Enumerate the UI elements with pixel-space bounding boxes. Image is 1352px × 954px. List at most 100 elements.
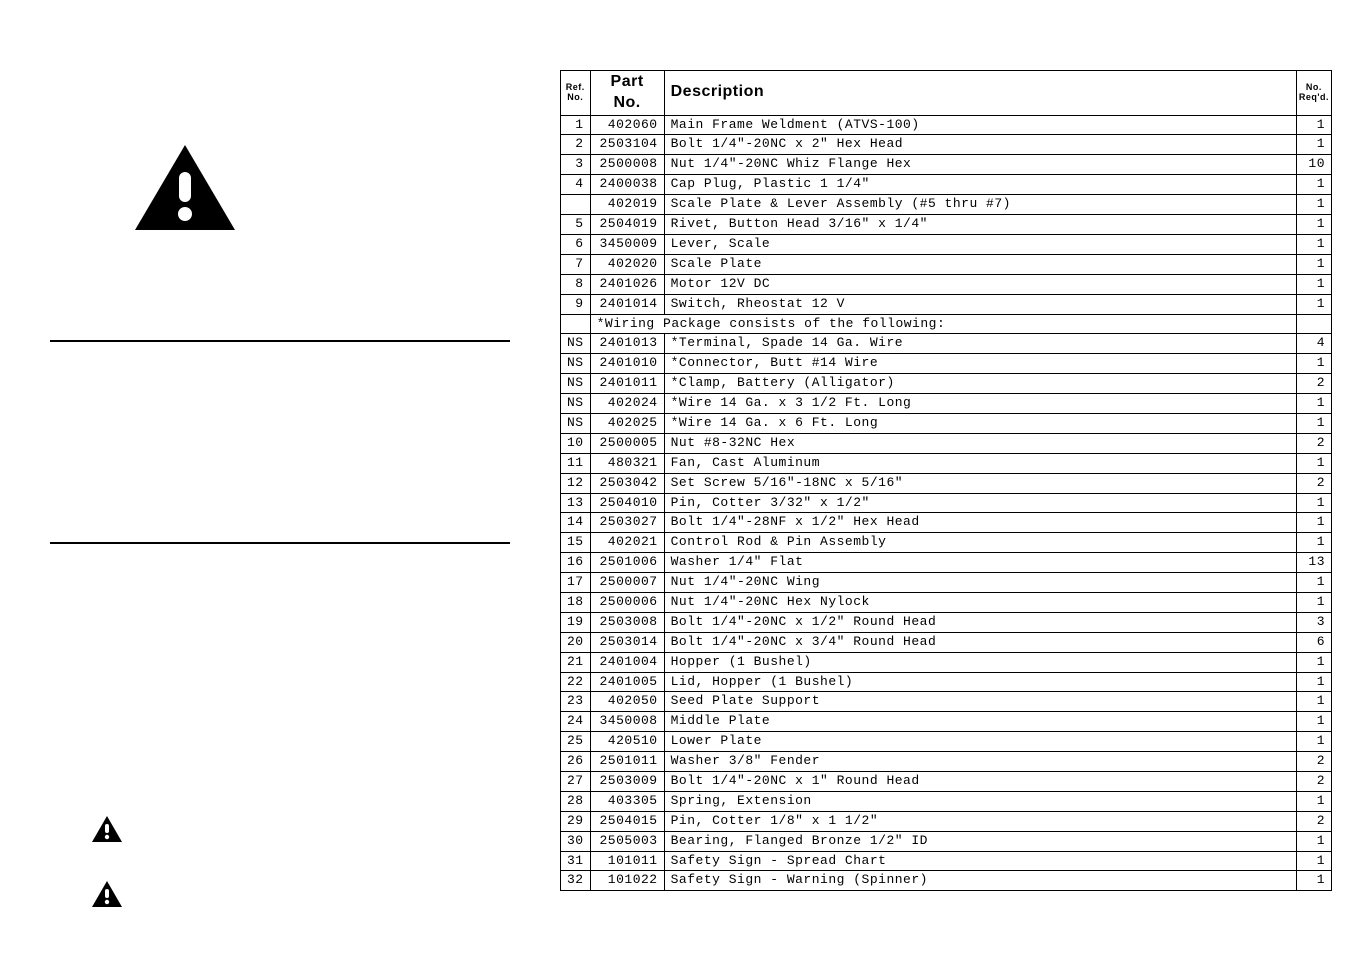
left-panel [0, 0, 560, 954]
cell-ref: 22 [561, 672, 591, 692]
cell-qty: 1 [1296, 135, 1331, 155]
cell-qty [1296, 314, 1331, 334]
table-row: 302505003Bearing, Flanged Bronze 1/2" ID… [561, 831, 1332, 851]
table-row: *Wiring Package consists of the followin… [561, 314, 1332, 334]
cell-qty: 6 [1296, 632, 1331, 652]
table-row: 272503009Bolt 1/4"-20NC x 1" Round Head2 [561, 771, 1332, 791]
cell-qty: 1 [1296, 453, 1331, 473]
cell-part: 2503008 [590, 612, 664, 632]
cell-ref: 31 [561, 851, 591, 871]
cell-ref: 3 [561, 155, 591, 175]
table-row: 172500007Nut 1/4"-20NC Wing1 [561, 573, 1332, 593]
cell-part: 402050 [590, 692, 664, 712]
parts-table: Ref. No. Part No. Description No. Req'd.… [560, 70, 1332, 891]
cell-desc: Rivet, Button Head 3/16" x 1/4" [664, 215, 1296, 235]
cell-ref: 17 [561, 573, 591, 593]
cell-desc: Fan, Cast Aluminum [664, 453, 1296, 473]
cell-part: 2500007 [590, 573, 664, 593]
cell-desc: Washer 3/8" Fender [664, 752, 1296, 772]
cell-ref: 26 [561, 752, 591, 772]
cell-qty: 1 [1296, 413, 1331, 433]
cell-ref: 20 [561, 632, 591, 652]
cell-part: 2500006 [590, 592, 664, 612]
cell-qty: 2 [1296, 473, 1331, 493]
cell-part: 403305 [590, 791, 664, 811]
cell-ref: 1 [561, 115, 591, 135]
cell-ref: 14 [561, 513, 591, 533]
cell-ref: 9 [561, 294, 591, 314]
cell-part: 2503009 [590, 771, 664, 791]
cell-desc: Cap Plug, Plastic 1 1/4" [664, 175, 1296, 195]
cell-part: 2504010 [590, 493, 664, 513]
cell-desc: *Clamp, Battery (Alligator) [664, 374, 1296, 394]
cell-desc: Pin, Cotter 3/32" x 1/2" [664, 493, 1296, 513]
cell-part: 480321 [590, 453, 664, 473]
cell-desc: Scale Plate & Lever Assembly (#5 thru #7… [664, 195, 1296, 215]
cell-part: 2401026 [590, 274, 664, 294]
cell-qty: 1 [1296, 672, 1331, 692]
table-row: 402019Scale Plate & Lever Assembly (#5 t… [561, 195, 1332, 215]
cell-qty: 1 [1296, 394, 1331, 414]
cell-ref: 32 [561, 871, 591, 891]
cell-ref: 28 [561, 791, 591, 811]
cell-desc: Hopper (1 Bushel) [664, 652, 1296, 672]
cell-part: 402020 [590, 254, 664, 274]
cell-ref: NS [561, 394, 591, 414]
cell-desc: Switch, Rheostat 12 V [664, 294, 1296, 314]
cell-desc: Bearing, Flanged Bronze 1/2" ID [664, 831, 1296, 851]
warning-triangle-small-icon [90, 814, 510, 849]
cell-part: 2505003 [590, 831, 664, 851]
cell-qty: 1 [1296, 592, 1331, 612]
cell-part: 2503104 [590, 135, 664, 155]
cell-ref [561, 314, 591, 334]
cell-part: 2503042 [590, 473, 664, 493]
table-row: 243450008Middle Plate1 [561, 712, 1332, 732]
cell-desc: Bolt 1/4"-20NC x 3/4" Round Head [664, 632, 1296, 652]
cell-ref: 10 [561, 433, 591, 453]
cell-desc: Seed Plate Support [664, 692, 1296, 712]
cell-qty: 1 [1296, 254, 1331, 274]
table-row: 42400038Cap Plug, Plastic 1 1/4"1 [561, 175, 1332, 195]
cell-ref: 23 [561, 692, 591, 712]
cell-desc: Nut 1/4"-20NC Whiz Flange Hex [664, 155, 1296, 175]
cell-qty: 1 [1296, 493, 1331, 513]
cell-desc: *Connector, Butt #14 Wire [664, 354, 1296, 374]
cell-qty: 1 [1296, 294, 1331, 314]
table-row: 182500006Nut 1/4"-20NC Hex Nylock1 [561, 592, 1332, 612]
cell-part: 402060 [590, 115, 664, 135]
cell-qty: 1 [1296, 513, 1331, 533]
cell-desc: Nut #8-32NC Hex [664, 433, 1296, 453]
table-row: 192503008Bolt 1/4"-20NC x 1/2" Round Hea… [561, 612, 1332, 632]
cell-qty: 1 [1296, 871, 1331, 891]
cell-desc: Set Screw 5/16"-18NC x 5/16" [664, 473, 1296, 493]
cell-desc: *Terminal, Spade 14 Ga. Wire [664, 334, 1296, 354]
cell-qty: 1 [1296, 831, 1331, 851]
table-row: 15402021Control Rod & Pin Assembly1 [561, 533, 1332, 553]
cell-qty: 1 [1296, 115, 1331, 135]
cell-desc: Main Frame Weldment (ATVS-100) [664, 115, 1296, 135]
cell-part: 2504015 [590, 811, 664, 831]
cell-ref: 16 [561, 553, 591, 573]
table-row: 63450009Lever, Scale1 [561, 234, 1332, 254]
cell-desc-merged: *Wiring Package consists of the followin… [590, 314, 1296, 334]
table-row: NS2401011*Clamp, Battery (Alligator)2 [561, 374, 1332, 394]
table-row: 11480321Fan, Cast Aluminum1 [561, 453, 1332, 473]
cell-part: 402025 [590, 413, 664, 433]
cell-desc: Nut 1/4"-20NC Hex Nylock [664, 592, 1296, 612]
cell-ref: 27 [561, 771, 591, 791]
table-row: 92401014Switch, Rheostat 12 V1 [561, 294, 1332, 314]
cell-qty: 2 [1296, 771, 1331, 791]
table-row: 32500008Nut 1/4"-20NC Whiz Flange Hex10 [561, 155, 1332, 175]
cell-qty: 2 [1296, 811, 1331, 831]
cell-part: 2401013 [590, 334, 664, 354]
cell-qty: 2 [1296, 752, 1331, 772]
cell-qty: 1 [1296, 234, 1331, 254]
warning-triangle-small-icon [90, 879, 510, 914]
cell-ref: NS [561, 374, 591, 394]
table-row: 82401026Motor 12V DC1 [561, 274, 1332, 294]
header-part: Part No. [590, 71, 664, 116]
warning-triangle-large-icon [130, 140, 240, 240]
cell-ref: 11 [561, 453, 591, 473]
cell-desc: Safety Sign - Warning (Spinner) [664, 871, 1296, 891]
cell-ref: 25 [561, 732, 591, 752]
